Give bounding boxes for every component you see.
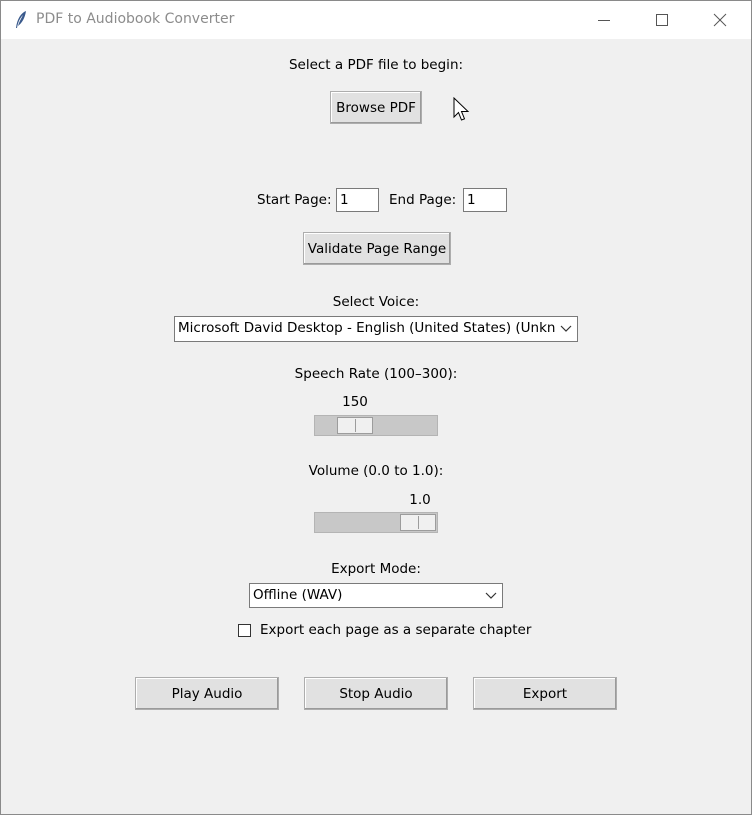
chapter-checkbox[interactable] [238, 624, 251, 637]
end-page-input[interactable]: 1 [463, 188, 507, 212]
title-bar[interactable]: PDF to Audiobook Converter [1, 1, 751, 39]
volume-slider-handle[interactable] [400, 514, 436, 531]
voice-select[interactable]: Microsoft David Desktop - English (Unite… [174, 316, 578, 342]
play-audio-button[interactable]: Play Audio [135, 677, 279, 710]
chevron-down-icon [485, 592, 497, 599]
start-page-label: Start Page: [257, 192, 332, 208]
window-title: PDF to Audiobook Converter [36, 11, 235, 27]
validate-page-range-button[interactable]: Validate Page Range [303, 232, 451, 265]
end-page-label: End Page: [389, 192, 457, 208]
start-page-input[interactable]: 1 [336, 188, 379, 212]
export-mode-value: Offline (WAV) [253, 587, 343, 603]
voice-select-value: Microsoft David Desktop - English (Unite… [178, 320, 555, 336]
chevron-down-icon [560, 325, 572, 332]
maximize-button[interactable] [633, 1, 691, 39]
speech-rate-label: Speech Rate (100–300): [294, 366, 458, 382]
close-icon [713, 13, 727, 27]
feather-icon [16, 11, 26, 28]
maximize-icon [656, 14, 668, 26]
export-mode-select[interactable]: Offline (WAV) [249, 583, 503, 608]
browse-pdf-button[interactable]: Browse PDF [330, 91, 422, 124]
file-prompt-label: Select a PDF file to begin: [288, 57, 464, 73]
speech-rate-slider[interactable] [314, 415, 438, 436]
speech-rate-value: 150 [342, 394, 368, 410]
stop-audio-button[interactable]: Stop Audio [304, 677, 448, 710]
mouse-cursor-icon [453, 97, 470, 121]
volume-label: Volume (0.0 to 1.0): [308, 463, 444, 479]
minimize-icon [598, 20, 610, 21]
chapter-checkbox-label[interactable]: Export each page as a separate chapter [260, 622, 531, 638]
export-button[interactable]: Export [473, 677, 617, 710]
volume-value: 1.0 [409, 492, 431, 508]
export-mode-label: Export Mode: [331, 561, 421, 577]
app-window: PDF to Audiobook Converter Select a PDF … [0, 0, 752, 815]
speech-rate-slider-handle[interactable] [337, 417, 373, 434]
select-voice-label: Select Voice: [332, 294, 420, 310]
minimize-button[interactable] [575, 1, 633, 39]
close-button[interactable] [691, 1, 749, 39]
volume-slider[interactable] [314, 512, 438, 533]
